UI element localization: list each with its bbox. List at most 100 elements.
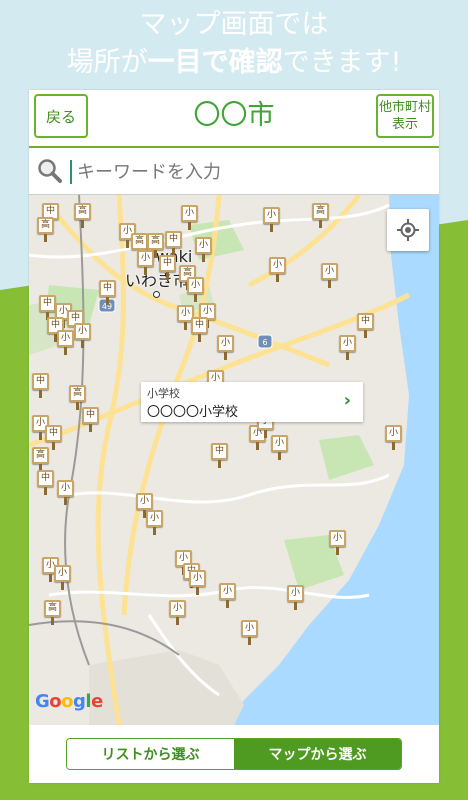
school-pin[interactable]: 小 bbox=[181, 205, 198, 231]
school-pin[interactable]: 中 bbox=[99, 280, 116, 306]
school-pin[interactable]: 小 bbox=[271, 435, 288, 461]
school-pin-icon: 高 bbox=[44, 600, 61, 617]
school-pin-icon: 中 bbox=[82, 407, 99, 424]
school-pin[interactable]: 中 bbox=[165, 231, 182, 257]
school-pin[interactable]: 小 bbox=[269, 257, 286, 283]
school-pin[interactable]: 小 bbox=[137, 250, 154, 276]
school-pin-icon: 高 bbox=[131, 233, 148, 250]
school-pin-icon: 高 bbox=[74, 203, 91, 220]
school-pin-label: 高 bbox=[71, 387, 84, 400]
pin-stem bbox=[346, 352, 349, 360]
school-pin-icon: 高 bbox=[37, 217, 54, 234]
school-pin-icon: 小 bbox=[136, 493, 153, 510]
school-pin-icon: 小 bbox=[169, 600, 186, 617]
school-pin-icon: 小 bbox=[217, 335, 234, 352]
pin-stem bbox=[44, 487, 47, 495]
school-pin[interactable]: 小 bbox=[217, 335, 234, 361]
school-pin[interactable]: 小 bbox=[263, 207, 280, 233]
back-button[interactable]: 戻る bbox=[34, 94, 88, 138]
school-pin[interactable]: 小 bbox=[189, 570, 206, 596]
pin-stem bbox=[278, 452, 281, 460]
pin-stem bbox=[392, 442, 395, 450]
pin-stem bbox=[198, 334, 201, 342]
school-pin[interactable]: 高 bbox=[74, 203, 91, 229]
search-bar bbox=[29, 148, 439, 195]
school-pin[interactable]: 小 bbox=[146, 510, 163, 536]
other-municipalities-button[interactable]: 他市町村 表示 bbox=[376, 94, 434, 138]
pin-stem bbox=[44, 234, 47, 242]
school-pin[interactable]: 中 bbox=[191, 317, 208, 343]
school-pin-label: 小 bbox=[289, 587, 302, 600]
school-pin-icon: 小 bbox=[181, 205, 198, 222]
school-pin[interactable]: 中 bbox=[32, 373, 49, 399]
school-pin[interactable]: 小 bbox=[74, 323, 91, 349]
school-pin[interactable]: 小 bbox=[57, 330, 74, 356]
search-icon[interactable] bbox=[37, 158, 63, 184]
school-pin-label: 小 bbox=[189, 279, 202, 292]
school-pin-icon: 高 bbox=[147, 233, 164, 250]
google-logo: Google bbox=[35, 691, 103, 712]
pin-stem bbox=[89, 424, 92, 432]
school-pin[interactable]: 中 bbox=[82, 407, 99, 433]
school-pin[interactable]: 小 bbox=[321, 263, 338, 289]
school-pin[interactable]: 小 bbox=[57, 480, 74, 506]
city-center-marker bbox=[153, 291, 160, 298]
school-pin-icon: 中 bbox=[357, 313, 374, 330]
school-pin[interactable]: 高 bbox=[312, 203, 329, 229]
school-pin[interactable]: 小 bbox=[195, 237, 212, 263]
school-pin-label: 中 bbox=[47, 427, 60, 440]
pin-stem bbox=[81, 220, 84, 228]
pin-stem bbox=[336, 547, 339, 555]
school-pin-icon: 中 bbox=[165, 231, 182, 248]
google-letter: e bbox=[91, 691, 103, 712]
pin-stem bbox=[126, 240, 129, 248]
search-input[interactable] bbox=[75, 156, 419, 188]
tab-list[interactable]: リストから選ぶ bbox=[67, 739, 234, 769]
school-pin[interactable]: 高 bbox=[37, 217, 54, 243]
map-view[interactable]: 49 6 Iwaki いわき市 中高小小高高小高高中小小中高小中中小中小小小小中… bbox=[29, 195, 439, 725]
school-pin[interactable]: 中 bbox=[37, 470, 54, 496]
pin-stem bbox=[270, 224, 273, 232]
pin-stem bbox=[224, 352, 227, 360]
my-location-button[interactable] bbox=[387, 209, 429, 251]
school-pin[interactable]: 小 bbox=[287, 585, 304, 611]
info-school-name: 〇〇〇〇小学校 bbox=[147, 405, 239, 420]
school-pin-icon: 小 bbox=[287, 585, 304, 602]
school-pin-label: 中 bbox=[34, 375, 47, 388]
school-pin[interactable]: 小 bbox=[329, 530, 346, 556]
school-pin[interactable]: 小 bbox=[187, 277, 204, 303]
pin-stem bbox=[319, 220, 322, 228]
google-letter: o bbox=[61, 691, 74, 712]
school-pin-label: 小 bbox=[191, 572, 204, 585]
school-pin[interactable]: 小 bbox=[339, 335, 356, 361]
school-pin-label: 小 bbox=[387, 427, 400, 440]
school-pin-icon: 小 bbox=[57, 330, 74, 347]
school-pin[interactable]: 小 bbox=[241, 620, 258, 646]
school-pin-label: 高 bbox=[133, 235, 146, 248]
school-pin-label: 中 bbox=[167, 233, 180, 246]
school-info-card[interactable]: 小学校 〇〇〇〇小学校 › bbox=[141, 382, 363, 422]
pin-stem bbox=[226, 600, 229, 608]
school-pin[interactable]: 中 bbox=[159, 255, 176, 281]
school-pin-label: 小 bbox=[271, 259, 284, 272]
page-title: 〇〇市 bbox=[193, 100, 275, 131]
pin-stem bbox=[64, 497, 67, 505]
pin-stem bbox=[153, 527, 156, 535]
map-base: 49 6 bbox=[29, 195, 439, 725]
tab-map[interactable]: マップから選ぶ bbox=[234, 739, 401, 769]
school-pin[interactable]: 中 bbox=[357, 313, 374, 339]
school-pin[interactable]: 小 bbox=[219, 583, 236, 609]
road-badge-6: 6 bbox=[262, 338, 267, 347]
school-pin[interactable]: 小 bbox=[169, 600, 186, 626]
chevron-right-icon[interactable]: › bbox=[344, 390, 351, 411]
school-pin-label: 小 bbox=[59, 332, 72, 345]
pin-stem bbox=[154, 250, 157, 258]
school-pin[interactable]: 小 bbox=[385, 425, 402, 451]
pin-stem bbox=[49, 574, 52, 582]
school-pin[interactable]: 小 bbox=[54, 565, 71, 591]
school-pin[interactable]: 高 bbox=[44, 600, 61, 626]
school-pin[interactable]: 中 bbox=[211, 443, 228, 469]
school-pin-label: 小 bbox=[243, 622, 256, 635]
school-pin-label: 中 bbox=[101, 282, 114, 295]
school-pin-icon: 中 bbox=[45, 425, 62, 442]
